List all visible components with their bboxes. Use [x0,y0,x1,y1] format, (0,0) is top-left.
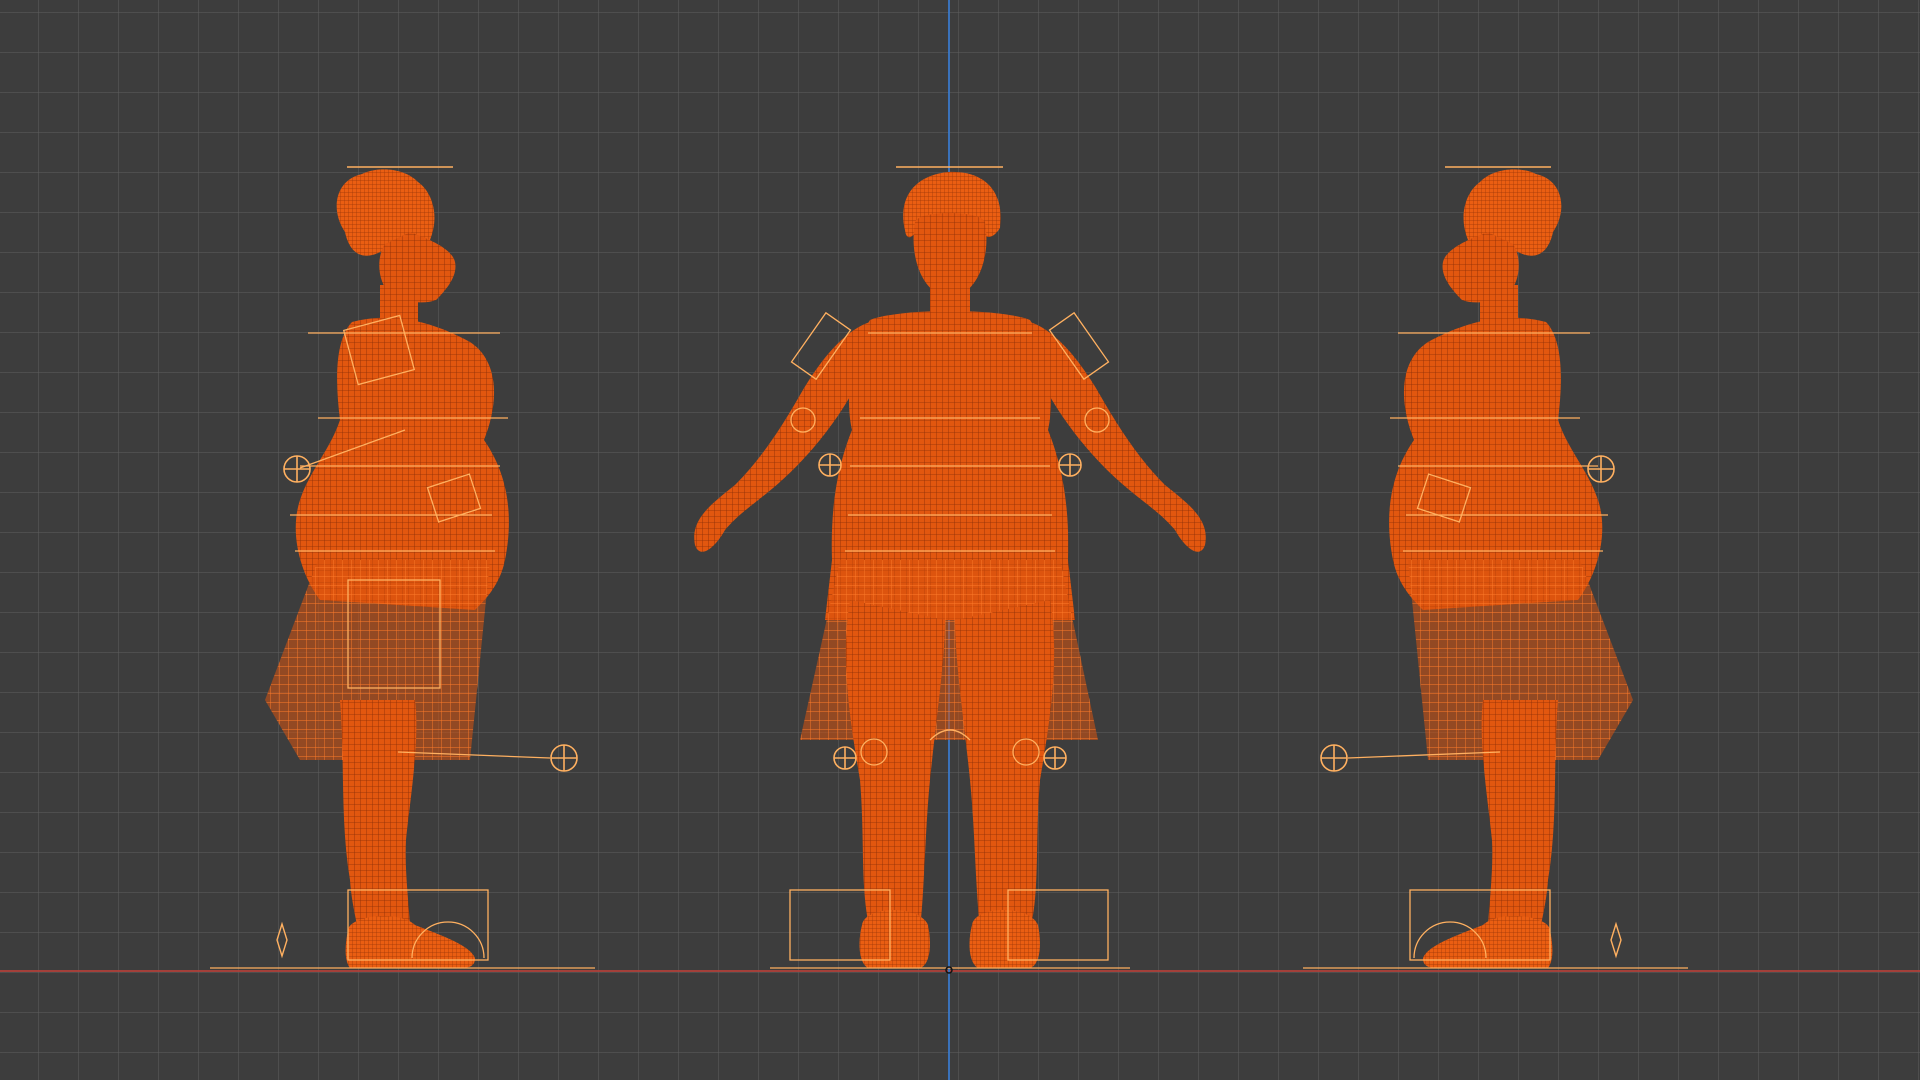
figure-side-left[interactable] [210,166,595,969]
ik-target-arm-front-right[interactable] [1058,453,1082,477]
shoe-left-mesh [859,910,930,968]
scene-canvas[interactable] [0,0,1920,1080]
ik-target-leg-front-right[interactable] [1043,746,1067,770]
ik-target-leg-front-left[interactable] [833,746,857,770]
pole-target-left-icon[interactable] [276,921,288,959]
shoe-right-mesh [969,910,1040,968]
leg-right-mesh [955,600,1055,930]
leg-mesh [340,700,417,950]
ik-target-arm-left[interactable] [283,455,311,483]
leg-mesh [1481,700,1558,950]
ik-target-leg-left[interactable] [550,744,578,772]
figure-front[interactable] [694,166,1206,974]
leg-left-mesh [845,600,945,930]
ik-target-leg-right[interactable] [1320,744,1348,772]
ik-target-arm-front-left[interactable] [818,453,842,477]
3d-viewport[interactable] [0,0,1920,1080]
neck-mesh [930,285,970,315]
ik-target-arm-right[interactable] [1587,455,1615,483]
figure-side-right[interactable] [1303,166,1688,969]
face-mesh [913,213,987,297]
pole-target-right-icon[interactable] [1610,921,1622,959]
